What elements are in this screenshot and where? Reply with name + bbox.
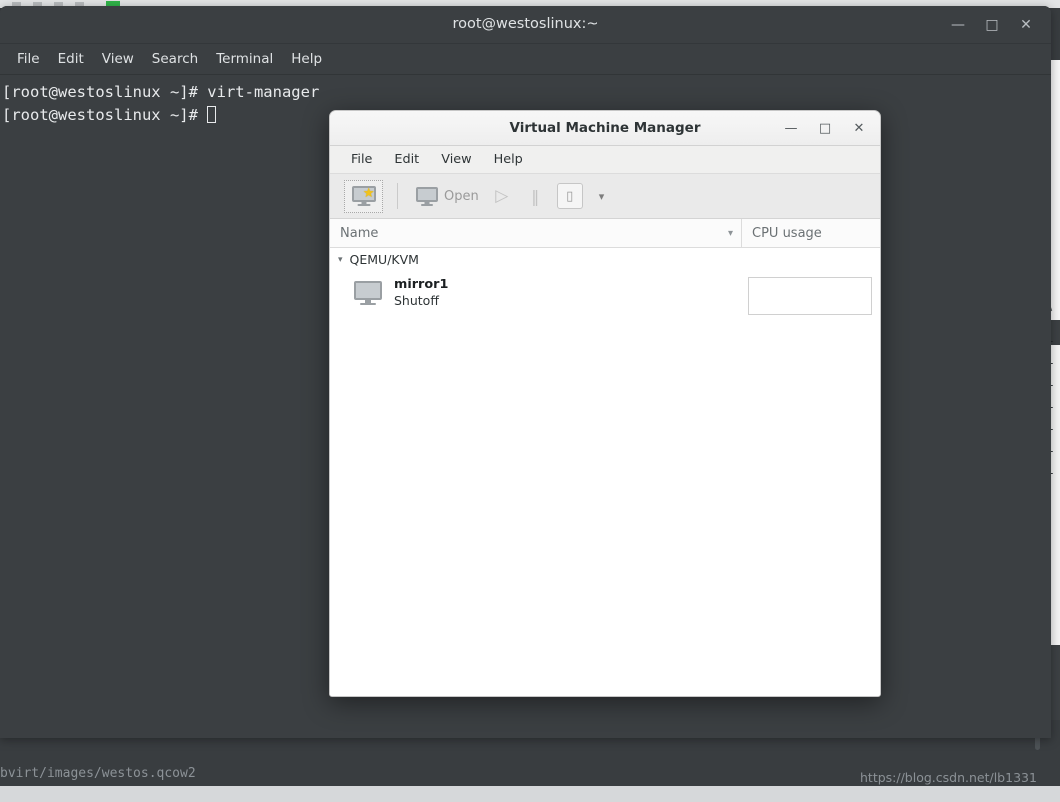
shutdown-icon: ▯ — [556, 183, 583, 209]
vmm-toolbar: ★ Open ▷ ‖ ▯ ▾ — [330, 174, 880, 219]
virtual-machine-manager-window: Virtual Machine Manager — □ ✕ File Edit … — [329, 110, 881, 697]
menu-file[interactable]: File — [8, 44, 49, 74]
vmm-column-headers: Name ▾ CPU usage — [330, 219, 880, 248]
open-button[interactable]: Open — [410, 186, 485, 206]
maximize-icon[interactable]: □ — [808, 114, 842, 142]
open-button-label: Open — [444, 188, 479, 204]
terminal-window-controls: — □ ✕ — [941, 6, 1043, 43]
triangle-down-icon: ▾ — [338, 254, 343, 265]
close-icon[interactable]: ✕ — [1009, 10, 1043, 40]
status-badge: Shutoff — [394, 293, 439, 308]
new-virtual-machine-button[interactable]: ★ — [344, 179, 383, 213]
table-row[interactable]: mirror1 Shutoff — [330, 271, 880, 315]
toolbar-divider — [397, 183, 398, 209]
menu-file[interactable]: File — [340, 146, 383, 173]
column-header-name[interactable]: Name ▾ — [330, 219, 742, 247]
cpu-usage-sparkline — [748, 277, 872, 315]
terminal-menubar: File Edit View Search Terminal Help — [0, 44, 1051, 75]
shutdown-button[interactable]: ▯ — [553, 181, 587, 211]
connection-group-label: QEMU/KVM — [349, 252, 419, 267]
vm-text-block: mirror1 Shutoff — [394, 277, 448, 309]
menu-terminal[interactable]: Terminal — [207, 44, 282, 74]
vmm-machine-list: ▾ QEMU/KVM mirror1 Shutoff — [330, 248, 880, 696]
terminal-prompt: [root@westoslinux ~]# — [2, 106, 208, 124]
column-header-cpu-usage[interactable]: CPU usage — [742, 226, 880, 241]
monitor-icon — [354, 281, 382, 305]
vmm-titlebar: Virtual Machine Manager — □ ✕ — [330, 111, 880, 146]
connection-group-qemu-kvm[interactable]: ▾ QEMU/KVM — [330, 248, 880, 271]
watermark: https://blog.csdn.net/lb1331 — [860, 770, 1037, 785]
close-icon[interactable]: ✕ — [842, 114, 876, 142]
vmm-menubar: File Edit View Help — [330, 146, 880, 174]
chevron-down-icon: ▾ — [727, 227, 733, 239]
vmm-window-controls: — □ ✕ — [774, 111, 876, 145]
shutdown-dropdown-arrow[interactable]: ▾ — [599, 190, 605, 203]
menu-view[interactable]: View — [430, 146, 482, 173]
menu-help[interactable]: Help — [282, 44, 331, 74]
menu-edit[interactable]: Edit — [49, 44, 93, 74]
vm-name: mirror1 — [394, 277, 449, 292]
maximize-icon[interactable]: □ — [975, 10, 1009, 40]
menu-help[interactable]: Help — [483, 146, 534, 173]
minimize-icon[interactable]: — — [941, 10, 975, 40]
screen-root: ⚲ Search history View › Today › Yesterda… — [0, 0, 1060, 802]
terminal-line: [root@westoslinux ~]# virt-manager — [2, 83, 320, 101]
terminal-overflow-path: bvirt/images/westos.qcow2 — [0, 766, 196, 781]
run-button[interactable]: ▷ — [485, 181, 519, 211]
star-badge-icon: ★ — [362, 186, 375, 201]
menu-edit[interactable]: Edit — [383, 146, 430, 173]
pause-button[interactable]: ‖ — [519, 181, 553, 211]
monitor-icon: ★ — [351, 186, 376, 206]
column-header-name-label: Name — [340, 225, 379, 241]
monitor-icon — [416, 186, 438, 206]
terminal-titlebar: root@westoslinux:~ — □ ✕ — [0, 6, 1051, 44]
minimize-icon[interactable]: — — [774, 114, 808, 142]
menu-search[interactable]: Search — [143, 44, 207, 74]
terminal-cursor — [207, 106, 217, 123]
desktop-taskbar — [0, 786, 1060, 802]
menu-view[interactable]: View — [93, 44, 143, 74]
terminal-title: root@westoslinux:~ — [452, 16, 599, 32]
